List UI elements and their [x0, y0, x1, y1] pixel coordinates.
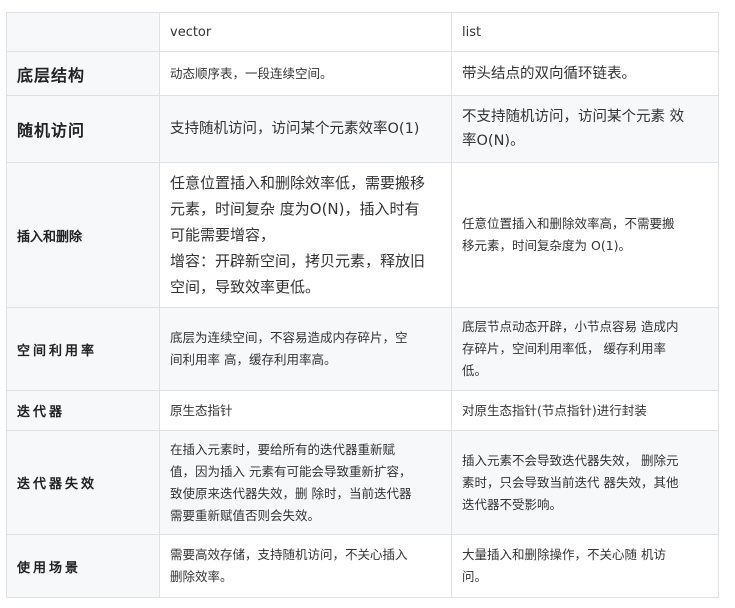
cell-line: 底层为连续空间，不容易造成内存碎片，空	[170, 330, 408, 345]
row-label: 随机访问	[6, 95, 160, 163]
row-label: 使用场景	[6, 534, 160, 598]
page: vector list 底层结构 动态顺序表，一段连续空间。 带头结点的双向循环…	[0, 0, 735, 608]
cell-line: 带头结点的双向循环链表。	[462, 65, 636, 82]
cell-line: 在插入元素时，要给所有的迭代器重新赋	[170, 441, 396, 457]
cell-line: 动态顺序表，一段连续空间。	[170, 65, 333, 81]
list-cell: 带头结点的双向循环链表。	[451, 51, 719, 96]
cell-line: 删除效率。	[170, 569, 233, 584]
list-cell: 对原生态指针(节点指针)进行封装	[451, 390, 719, 431]
cell-line: 存碎片，空间利用率低， 缓存利用率	[462, 341, 666, 356]
cell-line: 间利用率 高，缓存利用率高。	[170, 352, 337, 367]
cell-line: 可能需要增容，	[170, 226, 276, 244]
table-row-random-access: 随机访问 支持随机访问，访问某个元素效率O(1) 不支持随机访问，访问某个元素 …	[6, 95, 719, 163]
table-header-row: vector list	[6, 12, 719, 52]
cell-line: 元素，时间复杂 度为O(N)，插入时有	[170, 200, 420, 218]
cell-line: 致使原来迭代器失效，删 除时，当前迭代器	[170, 485, 412, 501]
vector-cell: 支持随机访问，访问某个元素效率O(1)	[159, 95, 452, 163]
cell-line: 移元素，时间复杂度为 O(1)。	[462, 238, 632, 253]
list-cell: 不支持随机访问，访问某个元素 效 率O(N)。	[451, 95, 719, 163]
row-label: 插入和删除	[6, 162, 160, 308]
vector-cell: 任意位置插入和删除效率低，需要搬移 元素，时间复杂 度为O(N)，插入时有 可能…	[159, 162, 452, 308]
list-cell: 大量插入和删除操作，不关心随 机访 问。	[451, 534, 719, 598]
list-cell: 插入元素不会导致迭代器失效， 删除元 素时，只会导致当前迭代 器失效，其他 迭代…	[451, 430, 719, 535]
list-cell: 底层节点动态开辟，小节点容易 造成内 存碎片，空间利用率低， 缓存利用率 低。	[451, 307, 719, 391]
table-row-iterator-invalidation: 迭代器失效 在插入元素时，要给所有的迭代器重新赋 值，因为插入 元素有可能会导致…	[6, 430, 719, 535]
table-row-use-case: 使用场景 需要高效存储，支持随机访问，不关心插入 删除效率。 大量插入和删除操作…	[6, 534, 719, 598]
header-list: list	[451, 12, 719, 52]
cell-line: 底层节点动态开辟，小节点容易 造成内	[462, 319, 679, 334]
cell-line: 迭代器不受影响。	[462, 496, 563, 512]
cell-line: 率O(N)。	[462, 133, 525, 149]
row-label: 空间利用率	[6, 307, 160, 391]
cell-line: 大量插入和删除操作，不关心随 机访	[462, 547, 666, 562]
comparison-table: vector list 底层结构 动态顺序表，一段连续空间。 带头结点的双向循环…	[6, 12, 719, 598]
cell-line: 任意位置插入和删除效率低，需要搬移	[170, 174, 426, 192]
cell-line: 需要重新赋值否则会失效。	[170, 507, 321, 523]
cell-line: 不支持随机访问，访问某个元素 效	[462, 109, 685, 125]
cell-line: 任意位置插入和删除效率高，不需要搬	[462, 216, 675, 231]
cell-line: 插入元素不会导致迭代器失效， 删除元	[462, 452, 679, 468]
row-label: 迭代器失效	[6, 430, 160, 535]
header-vector: vector	[159, 12, 452, 52]
cell-line: 原生态指针	[170, 402, 233, 418]
vector-cell: 底层为连续空间，不容易造成内存碎片，空 间利用率 高，缓存利用率高。	[159, 307, 452, 391]
table-row-insert-delete: 插入和删除 任意位置插入和删除效率低，需要搬移 元素，时间复杂 度为O(N)，插…	[6, 162, 719, 308]
table-row-iterator: 迭代器 原生态指针 对原生态指针(节点指针)进行封装	[6, 390, 719, 431]
list-cell: 任意位置插入和删除效率高，不需要搬 移元素，时间复杂度为 O(1)。	[451, 162, 719, 308]
table-row-underlying-structure: 底层结构 动态顺序表，一段连续空间。 带头结点的双向循环链表。	[6, 51, 719, 96]
cell-line: 值，因为插入 元素有可能会导致重新扩容，	[170, 463, 412, 479]
cell-line: 增容：开辟新空间，拷贝元素，释放旧	[170, 252, 426, 270]
cell-line: 需要高效存储，支持随机访问，不关心插入	[170, 547, 408, 562]
vector-cell: 需要高效存储，支持随机访问，不关心插入 删除效率。	[159, 534, 452, 598]
cell-line: 空间，导致效率更低。	[170, 278, 321, 296]
vector-cell: 在插入元素时，要给所有的迭代器重新赋 值，因为插入 元素有可能会导致重新扩容， …	[159, 430, 452, 535]
vector-cell: 原生态指针	[159, 390, 452, 431]
cell-line: 素时，只会导致当前迭代 器失效，其他	[462, 474, 679, 490]
row-label: 底层结构	[6, 51, 160, 96]
cell-line: 低。	[462, 363, 488, 378]
row-label: 迭代器	[6, 390, 160, 431]
cell-line: 支持随机访问，访问某个元素效率O(1)	[170, 121, 420, 137]
table-row-space-utilization: 空间利用率 底层为连续空间，不容易造成内存碎片，空 间利用率 高，缓存利用率高。…	[6, 307, 719, 391]
vector-cell: 动态顺序表，一段连续空间。	[159, 51, 452, 96]
cell-line: 对原生态指针(节点指针)进行封装	[462, 402, 647, 418]
cell-line: 问。	[462, 569, 488, 584]
header-corner-cell	[6, 12, 160, 52]
